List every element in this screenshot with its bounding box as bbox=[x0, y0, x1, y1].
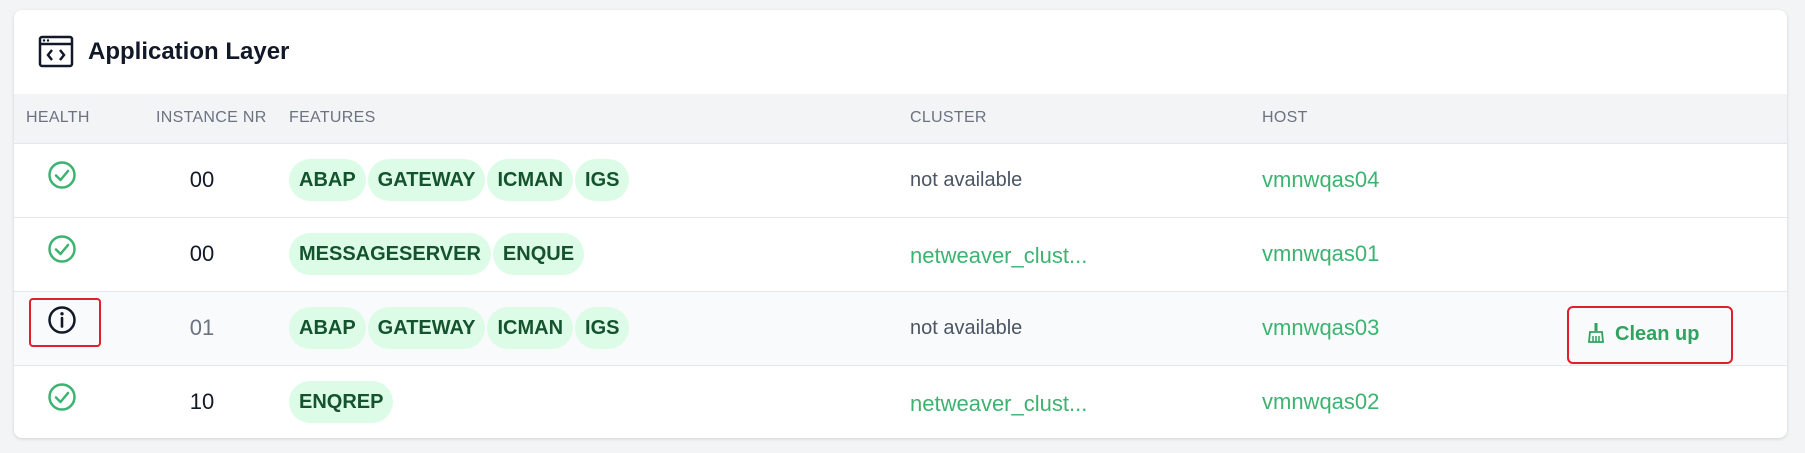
cluster-value: not available bbox=[910, 168, 1023, 191]
host-link[interactable]: vmnwqas01 bbox=[1262, 241, 1379, 266]
features-cell: ENQREP bbox=[289, 365, 910, 438]
card-title: Application Layer bbox=[88, 38, 290, 65]
feature-pill: ABAP bbox=[289, 159, 366, 201]
column-header-cluster[interactable]: CLUSTER bbox=[910, 94, 1262, 144]
cluster-cell: netweaver_clust... bbox=[910, 365, 1262, 438]
instance-nr: 10 bbox=[189, 389, 215, 414]
check-circle-icon bbox=[47, 160, 77, 190]
health-cell bbox=[14, 143, 145, 218]
info-circle-icon[interactable] bbox=[47, 305, 77, 335]
check-circle-icon bbox=[47, 382, 77, 412]
column-header-features[interactable]: FEATURES bbox=[289, 94, 910, 144]
feature-pill: MESSAGESERVER bbox=[289, 233, 491, 275]
column-header-instance-nr[interactable]: INSTANCE NR bbox=[145, 94, 289, 144]
cluster-cell: not available bbox=[910, 291, 1262, 366]
instances-table: HEALTH INSTANCE NR FEATURES CLUSTER HOST… bbox=[14, 94, 1787, 438]
column-header-health[interactable]: HEALTH bbox=[14, 94, 145, 144]
host-link[interactable]: vmnwqas03 bbox=[1262, 315, 1379, 340]
feature-pill: GATEWAY bbox=[367, 159, 486, 201]
check-circle-icon bbox=[47, 234, 77, 264]
broom-icon bbox=[1587, 322, 1605, 347]
cluster-value: not available bbox=[910, 316, 1023, 339]
feature-pill: ABAP bbox=[289, 307, 366, 349]
instance-nr: 00 bbox=[145, 217, 289, 292]
cluster-link[interactable]: netweaver_clust... bbox=[910, 243, 1087, 269]
table-row: 00 ABAP GATEWAY ICMAN IGS not available vmn… bbox=[14, 143, 1787, 218]
code-window-icon bbox=[38, 34, 74, 70]
cluster-link[interactable]: netweaver_clust... bbox=[910, 391, 1087, 417]
table-row: 01 ABAP GATEWAY ICMAN IGS not available vmn… bbox=[14, 291, 1787, 366]
application-layer-card: Application Layer HEALTH INSTANCE NR FEA… bbox=[14, 10, 1787, 438]
table-row: 10 ENQREP netweaver_clust... vmnwqas02 bbox=[14, 365, 1787, 438]
health-cell bbox=[14, 217, 145, 292]
clean-up-button[interactable]: Clean up bbox=[1567, 305, 1733, 364]
features-cell: ABAP GATEWAY ICMAN IGS bbox=[289, 143, 910, 218]
host-link[interactable]: vmnwqas04 bbox=[1262, 167, 1379, 192]
feature-pill: GATEWAY bbox=[367, 307, 486, 349]
features-cell: MESSAGESERVER ENQUE bbox=[289, 217, 910, 292]
cluster-cell: netweaver_clust... bbox=[910, 217, 1262, 292]
clean-up-label: Clean up bbox=[1615, 323, 1700, 345]
instance-nr: 00 bbox=[145, 143, 289, 218]
table-header-row: HEALTH INSTANCE NR FEATURES CLUSTER HOST bbox=[14, 94, 1787, 144]
action-cell bbox=[1562, 143, 1787, 218]
instance-nr: 01 bbox=[145, 291, 289, 366]
feature-pill: ICMAN bbox=[487, 159, 574, 201]
host-cell: vmnwqas03 bbox=[1262, 291, 1562, 366]
column-header-host[interactable]: HOST bbox=[1262, 94, 1562, 144]
host-link[interactable]: vmnwqas02 bbox=[1262, 389, 1379, 414]
feature-pill: IGS bbox=[575, 159, 630, 201]
host-cell: vmnwqas04 bbox=[1262, 143, 1562, 218]
feature-pill: ENQREP bbox=[289, 381, 394, 423]
feature-pill: IGS bbox=[575, 307, 630, 349]
feature-pill: ICMAN bbox=[487, 307, 574, 349]
column-header-actions bbox=[1562, 94, 1787, 144]
table-row: 00 MESSAGESERVER ENQUE netweaver_clust...… bbox=[14, 217, 1787, 292]
cluster-cell: not available bbox=[910, 143, 1262, 218]
host-cell: vmnwqas01 bbox=[1262, 217, 1562, 292]
health-cell bbox=[14, 365, 145, 438]
action-cell: Clean up bbox=[1562, 291, 1787, 366]
features-cell: ABAP GATEWAY ICMAN IGS bbox=[289, 291, 910, 366]
health-cell bbox=[14, 291, 145, 366]
action-cell bbox=[1562, 217, 1787, 292]
card-header: Application Layer bbox=[14, 10, 1787, 94]
action-cell bbox=[1562, 365, 1787, 438]
feature-pill: ENQUE bbox=[492, 233, 585, 275]
host-cell: vmnwqas02 bbox=[1262, 365, 1562, 438]
